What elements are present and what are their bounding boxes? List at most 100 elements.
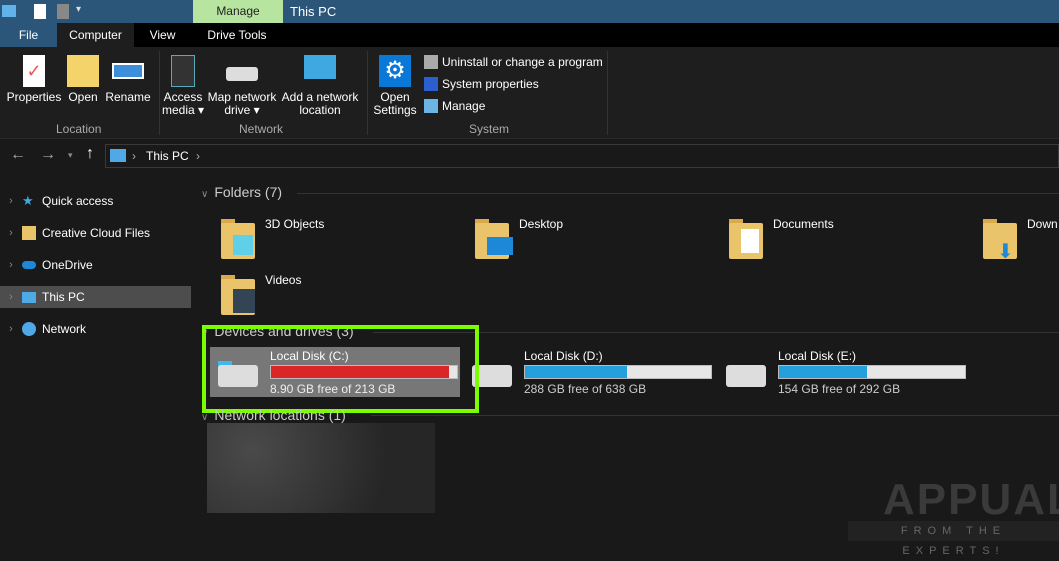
- folder-videos[interactable]: Videos: [219, 273, 301, 317]
- divider: [297, 193, 1059, 194]
- access-media-button[interactable]: Access media ▾: [160, 55, 206, 117]
- customize-quick-access-icon[interactable]: ▾: [76, 4, 81, 15]
- drive-free-space: 154 GB free of 292 GB: [778, 382, 901, 396]
- open-settings-button[interactable]: ⚙ Open Settings: [372, 55, 418, 117]
- hard-drive-icon: [726, 365, 766, 387]
- manage-context-tab[interactable]: Manage: [193, 0, 283, 23]
- drive-e[interactable]: Local Disk (E:) 154 GB free of 292 GB: [718, 347, 968, 399]
- nav-item-creative-cloud[interactable]: › Creative Cloud Files: [0, 222, 191, 244]
- breadcrumb-this-pc[interactable]: This PC: [146, 149, 189, 163]
- window-title: This PC: [290, 4, 337, 19]
- folder-icon: [219, 273, 259, 317]
- access-media-label: Access media ▾: [161, 90, 205, 117]
- folder-label: Documents: [773, 217, 834, 231]
- cloud-icon: [22, 261, 36, 269]
- properties-button[interactable]: ✓ Properties: [6, 55, 62, 104]
- chevron-right-icon[interactable]: ›: [0, 227, 22, 239]
- system-properties-icon: [424, 77, 438, 91]
- system-properties-button[interactable]: System properties: [424, 77, 539, 91]
- computer-icon: [22, 291, 36, 303]
- manage-label: Manage: [442, 99, 486, 113]
- network-locations-header-label: Network locations (1): [214, 407, 346, 423]
- drive-d[interactable]: Local Disk (D:) 288 GB free of 638 GB: [464, 347, 714, 399]
- uninstall-label: Uninstall or change a program: [442, 55, 603, 69]
- folder-downloads[interactable]: ⬇ Down: [981, 217, 1058, 263]
- ribbon-tabs: File Computer View Drive Tools: [0, 23, 1059, 47]
- network-location-icon: [304, 55, 336, 79]
- rename-icon: [112, 63, 144, 79]
- chevron-right-icon[interactable]: ›: [0, 195, 22, 207]
- open-folder-icon: [67, 55, 99, 87]
- new-folder-quick-icon[interactable]: [57, 4, 69, 19]
- uninstall-program-button[interactable]: Uninstall or change a program: [424, 55, 603, 69]
- folder-desktop[interactable]: Desktop: [473, 217, 563, 261]
- folder-3d-objects[interactable]: 3D Objects: [219, 217, 324, 261]
- network-icon: [22, 322, 36, 336]
- chevron-right-icon[interactable]: ›: [0, 291, 22, 303]
- recent-locations-chevron-icon[interactable]: ▾: [68, 150, 73, 161]
- chevron-right-icon[interactable]: ›: [0, 323, 22, 335]
- map-network-drive-button[interactable]: Map network drive ▾: [206, 55, 278, 117]
- highlight-box: [202, 325, 479, 413]
- drive-usage-fill: [779, 366, 867, 378]
- open-label: Open: [68, 90, 98, 104]
- drive-name: Local Disk (E:): [778, 349, 857, 363]
- properties-icon: ✓: [23, 55, 45, 87]
- chevron-down-icon: ∨: [201, 189, 209, 200]
- group-location-label: Location: [56, 122, 102, 136]
- divider: [607, 51, 608, 135]
- group-network-label: Network: [239, 122, 284, 136]
- creative-cloud-icon: [22, 226, 36, 240]
- chevron-right-icon[interactable]: ›: [196, 149, 200, 163]
- chevron-right-icon[interactable]: ›: [0, 259, 22, 271]
- computer-icon: [2, 5, 16, 17]
- network-locations-group-header[interactable]: ∨ Network locations (1): [201, 407, 346, 423]
- drive-usage-bar: [778, 365, 966, 379]
- back-button[interactable]: ←: [10, 146, 26, 164]
- manage-icon: [424, 99, 438, 113]
- nav-label: Creative Cloud Files: [42, 226, 151, 240]
- drive-free-space: 288 GB free of 638 GB: [524, 382, 647, 396]
- up-button[interactable]: ↑: [86, 145, 94, 163]
- star-icon: ★: [22, 193, 34, 208]
- add-network-location-button[interactable]: Add a network location: [280, 55, 360, 117]
- address-bar[interactable]: › This PC ›: [105, 144, 1059, 168]
- uninstall-icon: [424, 55, 438, 69]
- settings-gear-icon: ⚙: [379, 55, 411, 87]
- forward-button[interactable]: →: [40, 146, 56, 164]
- watermark-logo: APPUALS: [883, 475, 1059, 524]
- folder-documents[interactable]: Documents: [727, 217, 834, 261]
- folder-icon: [473, 217, 513, 261]
- rename-button[interactable]: Rename: [104, 55, 152, 104]
- folders-group-header[interactable]: ∨ Folders (7): [201, 184, 282, 200]
- folder-icon: [219, 217, 259, 261]
- chevron-down-icon: ∨: [201, 412, 209, 423]
- tab-view[interactable]: View: [134, 23, 191, 47]
- folder-label: Desktop: [519, 217, 564, 231]
- divider: [367, 51, 368, 135]
- nav-item-quick-access[interactable]: › ★ Quick access: [0, 190, 191, 212]
- folders-header-label: Folders (7): [214, 184, 283, 200]
- nav-label: Quick access: [42, 194, 114, 208]
- nav-item-this-pc[interactable]: › This PC: [0, 286, 191, 308]
- folder-label: Down: [1027, 217, 1058, 231]
- blurred-network-location[interactable]: [207, 423, 435, 513]
- content-pane: ∨ Folders (7) 3D Objects Desktop Document…: [193, 175, 1059, 557]
- add-network-location-label: Add a network location: [281, 90, 359, 117]
- tab-computer[interactable]: Computer: [57, 23, 134, 47]
- tab-file[interactable]: File: [0, 23, 57, 47]
- folder-icon: [727, 217, 767, 261]
- nav-label: OneDrive: [42, 258, 93, 272]
- nav-label: Network: [42, 322, 87, 336]
- manage-button[interactable]: Manage: [424, 99, 485, 113]
- nav-item-onedrive[interactable]: › OneDrive: [0, 254, 191, 276]
- open-settings-label: Open Settings: [373, 90, 417, 117]
- nav-item-network[interactable]: › Network: [0, 318, 191, 340]
- drive-usage-bar: [524, 365, 712, 379]
- nav-label: This PC: [42, 290, 85, 304]
- title-bar: ▾: [0, 0, 1059, 23]
- folder-icon: ⬇: [981, 217, 1021, 263]
- tab-drive-tools[interactable]: Drive Tools: [191, 23, 283, 47]
- open-button[interactable]: Open: [64, 55, 102, 104]
- properties-quick-icon[interactable]: [34, 4, 46, 19]
